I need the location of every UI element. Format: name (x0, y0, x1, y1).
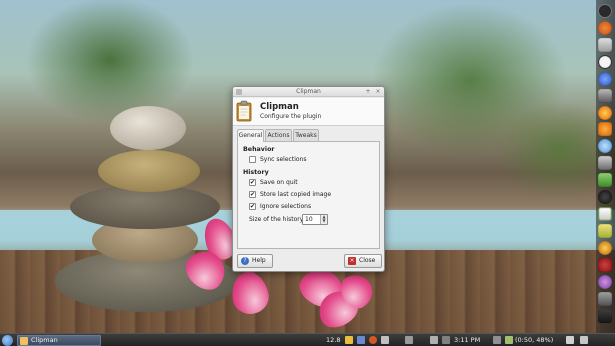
tab-general[interactable]: General (237, 129, 264, 142)
clock[interactable]: 3:11 PM (454, 335, 480, 346)
system-monitor-icon[interactable] (598, 173, 612, 187)
clipboard-icon (20, 337, 28, 345)
ignore-selections-label: Ignore selections (260, 203, 312, 210)
browser-icon[interactable] (598, 72, 612, 86)
volume-icon[interactable] (430, 336, 438, 344)
image-viewer-icon[interactable] (598, 156, 612, 170)
document-icon[interactable] (598, 207, 612, 221)
help-icon[interactable] (598, 139, 612, 153)
app-name: Clipman (260, 102, 299, 112)
wallpaper-stone (98, 150, 200, 192)
bluetooth-icon[interactable] (357, 336, 365, 344)
general-panel: Behavior Sync selections History ✔ Save … (237, 141, 380, 249)
firefox-icon[interactable] (598, 106, 612, 120)
close-icon[interactable]: × (374, 87, 382, 97)
ubuntu-icon[interactable] (598, 21, 612, 35)
save-on-quit-label: Save on quit (260, 179, 298, 186)
sync-selections-checkbox[interactable] (249, 156, 256, 163)
launcher-dock (596, 0, 615, 333)
close-icon: × (348, 257, 356, 265)
history-size-stepper[interactable]: 10 ▲ ▼ (302, 214, 328, 225)
behavior-heading: Behavior (243, 146, 275, 153)
network-icon[interactable] (442, 336, 450, 344)
bottom-panel: Clipman 12.8 3:11 PM (0:50, 48%) (0, 333, 615, 346)
power-icon[interactable] (598, 4, 612, 18)
help-button[interactable]: ? Help (237, 254, 273, 268)
taskbar-window-label: Clipman (31, 336, 58, 344)
chevron-down-icon[interactable]: ▼ (321, 219, 327, 223)
update-icon[interactable] (369, 336, 377, 344)
history-size-value[interactable]: 10 (305, 216, 313, 223)
clock-icon[interactable] (598, 55, 612, 69)
store-last-image-checkbox[interactable]: ✔ (249, 191, 256, 198)
battery-status: (0:50, 48%) (515, 336, 554, 344)
gear-icon[interactable] (598, 122, 612, 136)
close-button[interactable]: × Close (344, 254, 382, 268)
close-button-label: Close (359, 257, 376, 264)
terminal-icon[interactable] (598, 89, 612, 103)
start-menu-icon[interactable] (2, 335, 13, 346)
show-desktop-icon[interactable] (566, 336, 574, 344)
store-last-image-label: Store last copied image (260, 191, 332, 198)
history-heading: History (243, 169, 269, 176)
file-manager-icon[interactable] (598, 292, 612, 306)
window-titlebar[interactable]: Clipman + × (233, 87, 384, 97)
display-icon[interactable] (598, 309, 612, 323)
tab-tweaks[interactable]: Tweaks (293, 129, 319, 141)
wifi-icon[interactable] (405, 336, 413, 344)
notifications-icon[interactable] (580, 336, 588, 344)
dialog-header: Clipman Configure the plugin (233, 98, 384, 126)
settings-icon[interactable] (598, 190, 612, 204)
eject-icon[interactable] (598, 38, 612, 52)
help-button-label: Help (252, 257, 266, 264)
media-player-icon[interactable] (598, 241, 612, 255)
app-subtitle: Configure the plugin (260, 113, 322, 120)
save-on-quit-checkbox[interactable]: ✔ (249, 179, 256, 186)
maximize-icon[interactable]: + (364, 87, 372, 97)
history-size-label: Size of the history: (249, 216, 305, 223)
wallpaper-stone (110, 106, 186, 150)
stepper-arrows[interactable]: ▲ ▼ (320, 215, 327, 224)
clipboard-icon (236, 100, 252, 122)
tab-actions[interactable]: Actions (265, 129, 292, 141)
battery-icon[interactable] (505, 336, 513, 344)
record-icon[interactable] (598, 258, 612, 272)
window-title: Clipman (296, 88, 321, 95)
package-icon[interactable] (598, 224, 612, 238)
help-icon: ? (241, 257, 249, 265)
tray-text: 12.8 (326, 336, 341, 344)
sync-selections-label: Sync selections (260, 156, 307, 163)
taskbar-window-button[interactable]: Clipman (17, 335, 101, 346)
user-icon[interactable] (493, 336, 501, 344)
ignore-selections-checkbox[interactable]: ✔ (249, 203, 256, 210)
music-icon[interactable] (598, 275, 612, 289)
clipman-tray-icon[interactable] (345, 336, 353, 344)
clipman-dialog: Clipman + × Clipman Configure the plugin… (232, 86, 385, 272)
keyboard-icon[interactable] (381, 336, 389, 344)
